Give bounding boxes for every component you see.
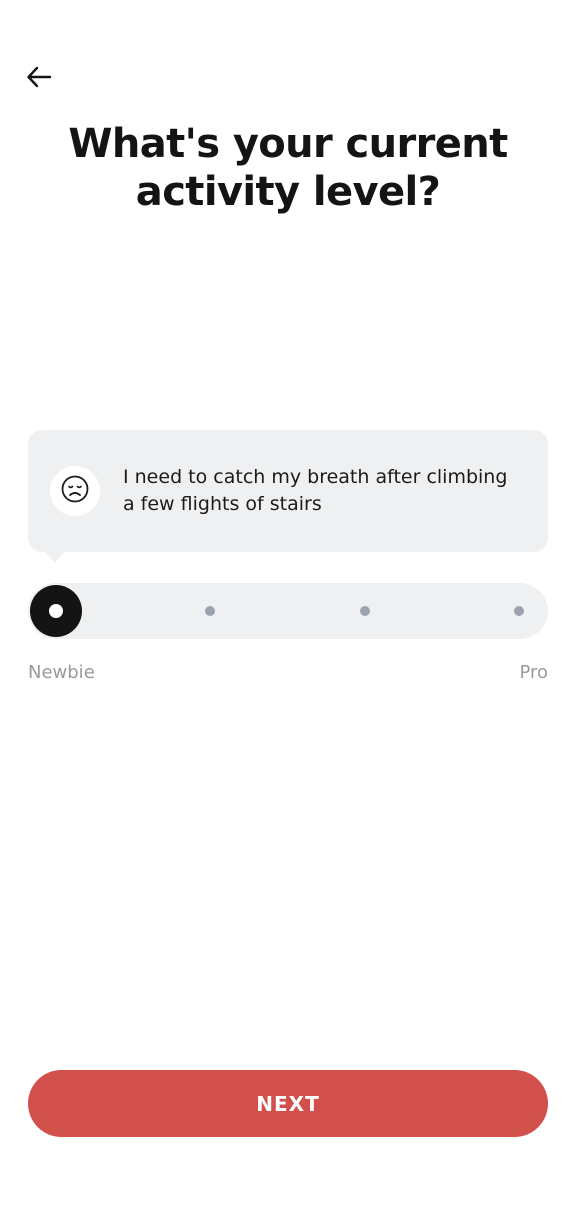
- arrow-left-icon: [25, 63, 53, 95]
- page-title: What's your current activity level?: [68, 121, 508, 215]
- scale-min-label: Newbie: [28, 662, 95, 683]
- next-button[interactable]: NEXT: [28, 1070, 548, 1137]
- slider-thumb[interactable]: [30, 585, 82, 637]
- slider-step-4[interactable]: [514, 606, 524, 616]
- slider-step-2[interactable]: [205, 606, 215, 616]
- mood-badge: [50, 466, 100, 516]
- bubble-pointer: [45, 551, 65, 563]
- activity-level-slider[interactable]: [28, 583, 548, 639]
- slider-step-3[interactable]: [360, 606, 370, 616]
- scale-max-label: Pro: [519, 662, 548, 683]
- level-description-text: I need to catch my breath after climbing…: [123, 466, 508, 515]
- slider-thumb-center: [49, 604, 63, 618]
- level-description-bubble: I need to catch my breath after climbing…: [28, 430, 548, 552]
- back-button[interactable]: [22, 62, 56, 96]
- sad-face-icon: [60, 474, 90, 508]
